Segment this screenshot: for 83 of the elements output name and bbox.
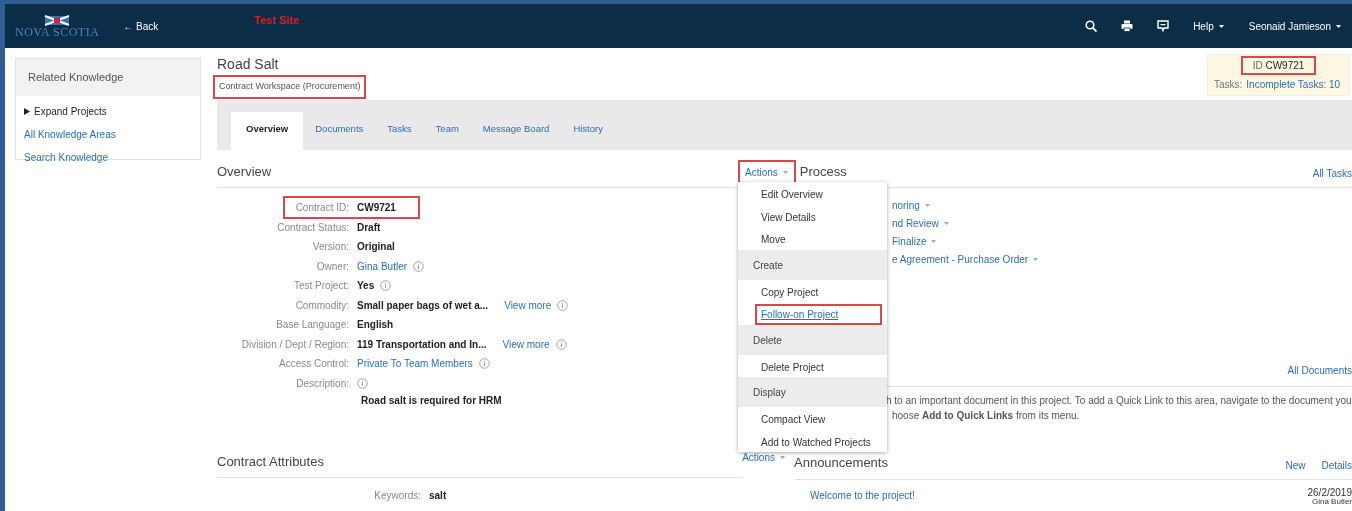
user-menu[interactable]: Seonaid Jamieson: [1248, 18, 1342, 34]
field-label: Contract Status:: [276, 220, 350, 235]
caret-icon: [1032, 257, 1040, 262]
tab[interactable]: Documents: [303, 112, 376, 149]
announcement-link[interactable]: Welcome to the project!: [810, 487, 915, 507]
field-value: English: [357, 318, 394, 333]
tasks-link[interactable]: Incomplete Tasks: 10: [1246, 77, 1341, 92]
field-label: Commodity:: [294, 298, 350, 313]
caret-icon: [1335, 23, 1342, 29]
announcement-date: 26/2/2019: [1307, 487, 1352, 498]
section-title: Overview: [217, 162, 272, 181]
field-link[interactable]: Private To Team Members: [357, 356, 473, 372]
tab[interactable]: Tasks: [375, 112, 424, 149]
view-more-link[interactable]: View more: [504, 297, 552, 313]
field-value: Small paper bags of wet a...: [357, 298, 489, 313]
caret-icon: [942, 221, 950, 226]
field-label: Base Language:: [275, 318, 350, 333]
all-tasks-link[interactable]: All Tasks: [1312, 166, 1352, 181]
process-link[interactable]: noring: [892, 198, 1352, 213]
field-label: Test Project:: [292, 279, 350, 294]
site-label: Test Site: [254, 13, 300, 28]
field-label: Owner:: [315, 259, 350, 274]
process-link[interactable]: Finalize: [892, 234, 1352, 249]
section-title: Announcements: [794, 454, 888, 472]
caret-icon: [779, 455, 786, 460]
all-documents-link[interactable]: All Documents: [1287, 363, 1352, 378]
field-link[interactable]: Gina Butler: [357, 258, 408, 274]
expand-toggle[interactable]: Expand Projects: [24, 103, 192, 119]
field-label: Description:: [295, 376, 350, 391]
help-menu[interactable]: Help: [1193, 18, 1225, 34]
caret-icon: [930, 239, 938, 244]
sidebar-title: Related Knowledge: [16, 59, 200, 96]
back-link[interactable]: ← Back: [123, 18, 159, 34]
logo-text: NOVA SCOTIA: [15, 25, 100, 38]
tab[interactable]: Team: [423, 112, 471, 149]
details-link[interactable]: Details: [1321, 457, 1352, 473]
comment-icon[interactable]: [1157, 20, 1170, 32]
menu-item[interactable]: Add to Watched Projects: [738, 429, 887, 452]
sidebar-link[interactable]: All Knowledge Areas: [24, 126, 192, 142]
field-value: Yes: [357, 279, 375, 294]
menu-item[interactable]: Compact View: [738, 407, 887, 430]
actions-link[interactable]: Actions: [742, 450, 786, 465]
search-icon[interactable]: [1085, 20, 1098, 32]
field-label: Division / Dept / Region:: [240, 337, 350, 352]
triangle-icon: [24, 107, 30, 115]
menu-item[interactable]: Move: [738, 227, 887, 250]
printer-icon[interactable]: [1121, 20, 1134, 32]
flag-icon: [44, 14, 71, 26]
menu-header: Display: [738, 377, 887, 407]
caret-icon: [923, 203, 931, 208]
menu-header: Create: [738, 249, 887, 280]
view-more-link[interactable]: View more: [502, 336, 550, 352]
field-value: 119 Transportation and In...: [357, 337, 487, 352]
tasks-label: Tasks:: [1214, 78, 1243, 92]
field-label: Contract ID:: [294, 201, 350, 216]
menu-item[interactable]: Delete Project: [738, 354, 887, 377]
field-value: Draft: [357, 220, 381, 235]
field-label: Keywords:: [373, 489, 422, 504]
new-link[interactable]: New: [1285, 457, 1306, 473]
tab[interactable]: Message Board: [470, 112, 562, 149]
menu-item[interactable]: View Details: [738, 204, 887, 227]
field-label: Access Control:: [277, 357, 350, 372]
menu-item[interactable]: Edit Overview: [738, 182, 887, 205]
tab[interactable]: History: [561, 112, 615, 149]
field-value: CW9721: [357, 201, 396, 216]
menu-item[interactable]: Copy Project: [738, 279, 887, 302]
page-title: Road Salt: [217, 55, 280, 74]
caret-icon: [781, 170, 789, 175]
process-link[interactable]: e Agreement - Purchase Order: [892, 252, 1352, 267]
actions-link[interactable]: Actions: [742, 164, 792, 181]
field-value: Original: [357, 240, 395, 255]
sidebar-link[interactable]: Search Knowledge: [24, 149, 192, 165]
help-text: h to an important document in this project. To add a Quick Link to this area, navigate to the document you: [886, 394, 1352, 408]
announcement-author: Gina Butler: [1310, 498, 1352, 507]
description-text: Road salt is required for HRM: [361, 394, 503, 408]
menu-header: Delete: [738, 324, 887, 355]
process-link[interactable]: nd Review: [892, 216, 1352, 231]
section-title: Process: [799, 162, 847, 181]
field-label: Version:: [311, 240, 350, 255]
help-text: hoose Add to Quick Links from its menu.: [892, 409, 1081, 423]
section-title: Contract Attributes: [217, 452, 324, 471]
caret-icon: [1217, 23, 1225, 29]
field-value: salt: [429, 489, 447, 504]
